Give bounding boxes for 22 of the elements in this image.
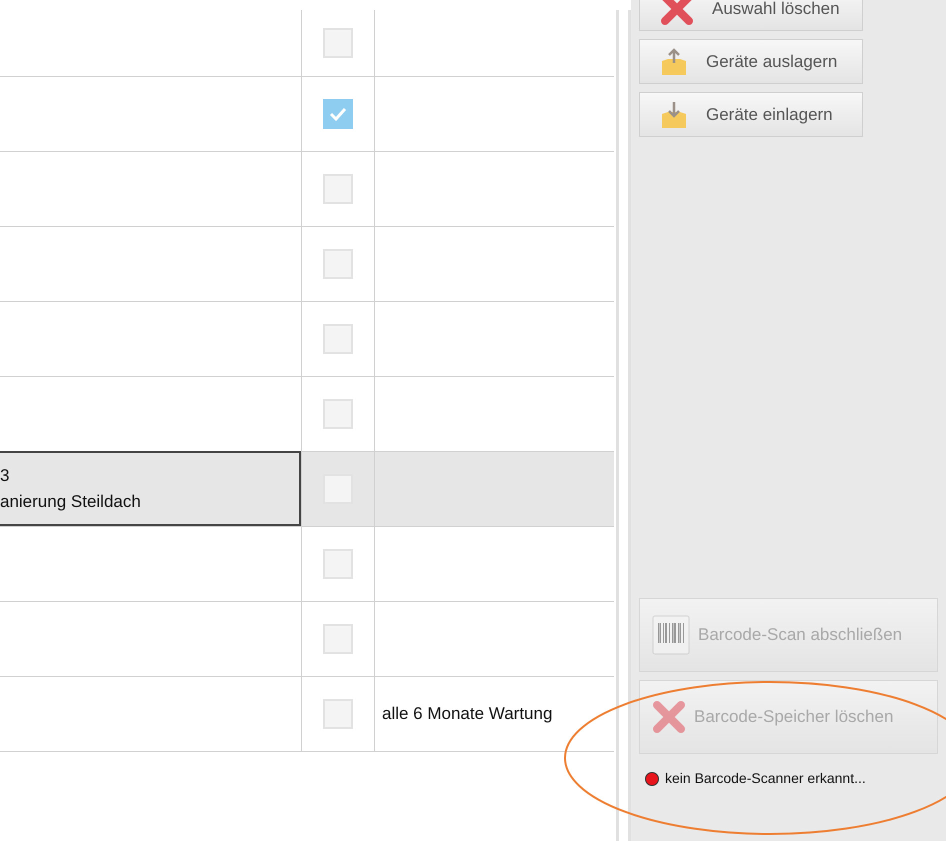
cell-text: anierung Steildach — [0, 490, 141, 512]
check-icon — [329, 107, 347, 121]
action-button[interactable]: Geräte auslagern — [639, 39, 863, 84]
cell-text: 3 — [0, 464, 10, 486]
action-button[interactable]: Geräte einlagern — [639, 92, 863, 137]
action-button[interactable]: Auswahl löschen — [639, 0, 863, 31]
checkbox[interactable] — [323, 699, 353, 729]
barcode-icon — [652, 615, 690, 655]
checkbox[interactable] — [323, 549, 353, 579]
checkbox[interactable] — [323, 324, 353, 354]
checkbox[interactable] — [323, 399, 353, 429]
checkbox[interactable] — [323, 174, 353, 204]
table-cell-text: alle 6 Monate Wartung — [382, 703, 552, 726]
checkbox[interactable] — [323, 624, 353, 654]
box-up-arrow-icon — [660, 46, 688, 76]
checkbox[interactable] — [323, 249, 353, 279]
checkbox[interactable] — [323, 99, 353, 129]
scanner-status-text: kein Barcode-Scanner erkannt... — [665, 769, 866, 788]
cross-icon — [652, 700, 686, 734]
checkbox[interactable] — [323, 28, 353, 58]
cross-icon — [660, 0, 694, 26]
box-down-arrow-icon — [660, 100, 688, 130]
